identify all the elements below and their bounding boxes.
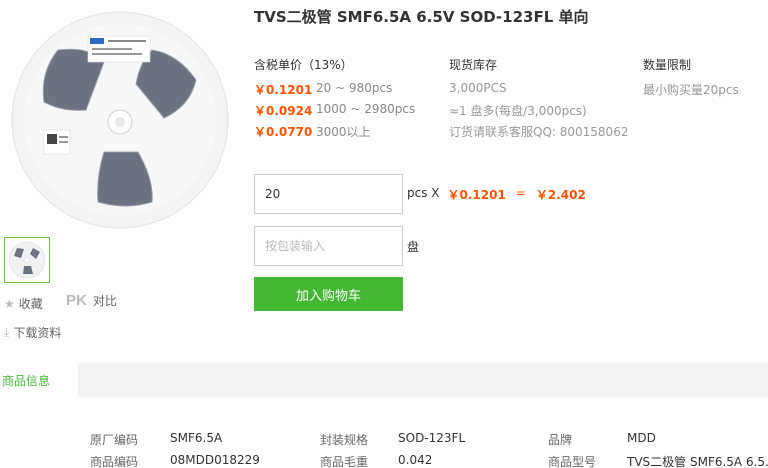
package-unit: 盘 [407,240,420,254]
package-input[interactable] [254,226,403,266]
download-label: 下载资料 [13,326,62,340]
tab-product-info[interactable]: 商品信息 [0,363,78,397]
spec-value: 0.042 [398,453,433,467]
spec-value: 08MDD018229 [170,453,260,467]
tier-price: ￥0.0770 [254,125,313,139]
compare-action[interactable]: PK 对比 [66,292,117,309]
price-header: 含税单价（13%） [254,58,353,72]
tier-qty: 3000以上 [316,125,371,139]
quantity-input[interactable] [254,174,403,214]
equals-sign: = [515,186,526,200]
total-price: ￥2.402 [535,188,586,202]
favorite-action[interactable]: ★ 收藏 [4,295,43,312]
compare-label: 对比 [92,294,117,308]
limit-header: 数量限制 [643,58,692,72]
tier-qty: 20 ~ 980pcs [316,81,393,95]
price-tier: ￥0.1201 20 ~ 980pcs [254,81,392,98]
stock-reels: ≈1 盘多(每盘/3,000pcs) [449,104,587,118]
spec-label: 原厂编码 [90,433,139,447]
spec-label: 封装规格 [320,433,369,447]
pk-icon: PK [66,292,87,309]
product-image [0,10,240,232]
tab-bar: 商品信息 [0,363,768,397]
spec-value: TVS二极管 SMF6.5A 6.5... [627,455,768,468]
tier-price: ￥0.1201 [254,83,313,97]
spec-value: SOD-123FL [398,431,466,445]
download-icon: ⤓ [4,325,10,339]
price-calculation: pcs X ￥0.1201 = ￥2.402 [407,186,586,203]
spec-label: 品牌 [548,433,573,447]
unit-price: ￥0.1201 [447,188,506,202]
unit-x: pcs X [407,186,440,200]
price-tier: ￥0.0770 3000以上 [254,123,371,140]
thumbnail-image[interactable] [4,237,50,283]
star-icon: ★ [4,296,15,311]
price-tier: ￥0.0924 1000 ~ 2980pcs [254,102,415,119]
product-title: TVS二极管 SMF6.5A 6.5V SOD-123FL 单向 [254,8,589,26]
spec-label: 商品毛重 [320,455,369,468]
stock-amount: 3,000PCS [449,81,507,95]
stock-service: 订货请联系客服QQ: 800158062 [449,125,629,139]
tier-qty: 1000 ~ 2980pcs [316,102,416,116]
min-order: 最小购买量20pcs [643,83,739,97]
tier-price: ￥0.0924 [254,104,313,118]
favorite-label: 收藏 [18,297,43,311]
spec-label: 商品型号 [548,455,597,468]
spec-label: 商品编码 [90,455,139,468]
stock-header: 现货库存 [449,58,498,72]
spec-value: MDD [627,431,656,445]
spec-value: SMF6.5A [170,431,223,445]
download-action[interactable]: ⤓ 下载资料 [4,324,61,341]
add-to-cart-button[interactable]: 加入购物车 [254,277,403,311]
